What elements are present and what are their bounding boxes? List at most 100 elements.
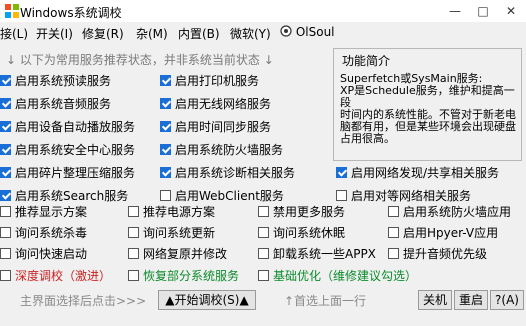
checkbox-antivirus[interactable]: 询问系统杀毒 <box>0 224 87 241</box>
section-label: ↓ 以下为常用服务推荐状态，并非系统当前状态 ↓ <box>6 51 274 68</box>
maximize-button[interactable]: □ <box>470 0 496 22</box>
checkbox-printer[interactable]: 启用打印机服务 <box>160 72 259 89</box>
menu-item-builtin[interactable]: 内置(B) <box>178 25 220 42</box>
reboot-button[interactable]: 重启 <box>454 290 488 310</box>
checkbox-label: 恢复部分系统服务 <box>143 269 240 283</box>
checkbox-box[interactable] <box>0 270 11 281</box>
user-icon <box>280 25 292 37</box>
menu-item-repair[interactable]: 修复(R) <box>82 25 124 42</box>
checkbox-firewall[interactable]: 启用系统防火墙服务 <box>160 141 283 158</box>
title-bar: Windows系统调校 — □ ✕ <box>0 0 526 22</box>
checkbox-time-sync[interactable]: 启用时间同步服务 <box>160 118 271 135</box>
checkbox-label: 深度调校（激进） <box>15 269 112 283</box>
checkbox-superfetch[interactable]: 启用系统预读服务 <box>0 72 111 89</box>
checkbox-box[interactable] <box>128 206 139 217</box>
checkbox-disable-more-services[interactable]: 禁用更多服务 <box>258 203 345 220</box>
help-button[interactable]: ?(A) <box>490 290 524 310</box>
checkbox-box[interactable] <box>258 248 269 259</box>
checkbox-hyperv[interactable]: 启用Hpyer-V应用 <box>388 224 498 241</box>
close-button[interactable]: ✕ <box>498 0 524 22</box>
checkbox-webclient[interactable]: 启用WebClient服务 <box>160 187 284 204</box>
menu-item-microsoft[interactable]: 微软(Y) <box>230 25 271 42</box>
checkbox-power-scheme[interactable]: 推荐电源方案 <box>128 203 215 220</box>
checkbox-peer-network[interactable]: 启用对等网络相关服务 <box>336 187 471 204</box>
checkbox-network-discovery[interactable]: 启用网络发现/共享相关服务 <box>336 164 499 181</box>
checkbox-update[interactable]: 询问系统更新 <box>128 224 215 241</box>
checkbox-restore-services[interactable]: 恢复部分系统服务 <box>128 267 239 284</box>
checkbox-label: 启用系统安全中心服务 <box>15 143 136 157</box>
user-menu[interactable]: OlSoul <box>280 25 335 39</box>
checkbox-uninstall-appx[interactable]: 卸载系统一些APPX <box>258 245 376 262</box>
checkbox-box[interactable] <box>128 270 139 281</box>
menu-item-misc[interactable]: 杂(M) <box>136 25 168 42</box>
menu-item-switch[interactable]: 开关(I) <box>36 25 73 42</box>
checkbox-label: 启用网络发现/共享相关服务 <box>351 166 500 180</box>
checkbox-label: 询问快速启动 <box>15 247 88 261</box>
checkbox-box[interactable] <box>388 248 399 259</box>
checkbox-label: 询问系统杀毒 <box>15 226 88 240</box>
menu-bar: 接(L) 开关(I) 修复(R) 杂(M) 内置(B) 微软(Y) OlSoul <box>0 22 526 42</box>
checkbox-network-reset[interactable]: 网络复原并修改 <box>128 245 227 262</box>
checkbox-box[interactable] <box>0 227 11 238</box>
checkbox-box[interactable] <box>0 121 11 132</box>
checkbox-box[interactable] <box>128 227 139 238</box>
checkbox-audio-priority[interactable]: 提升音频优先级 <box>388 245 487 262</box>
checkbox-box[interactable] <box>0 75 11 86</box>
checkbox-autoplay[interactable]: 启用设备自动播放服务 <box>0 118 135 135</box>
checkbox-box[interactable] <box>160 144 171 155</box>
checkbox-box[interactable] <box>0 190 11 201</box>
checkbox-label: 卸载系统一些APPX <box>273 247 376 261</box>
section-label-text: 以下为常用服务推荐状态，并非系统当前状态 <box>19 53 260 67</box>
checkbox-box[interactable] <box>160 98 171 109</box>
checkbox-label: 推荐电源方案 <box>143 205 216 219</box>
checkbox-basic-optimize[interactable]: 基础优化（维修建议勾选） <box>258 267 417 284</box>
checkbox-display-scheme[interactable]: 推荐显示方案 <box>0 203 87 220</box>
window-title: Windows系统调校 <box>20 6 122 20</box>
checkbox-defrag[interactable]: 启用碎片整理压缩服务 <box>0 164 135 181</box>
checkbox-label: 推荐显示方案 <box>15 205 88 219</box>
checkbox-audio[interactable]: 启用系统音频服务 <box>0 95 111 112</box>
chevron-down-icon: ↓ <box>6 53 17 67</box>
checkbox-label: 启用对等网络相关服务 <box>351 189 472 203</box>
checkbox-box[interactable] <box>258 227 269 238</box>
checkbox-deep-tweak[interactable]: 深度调校（激进） <box>0 267 111 284</box>
checkbox-security-center[interactable]: 启用系统安全中心服务 <box>0 141 135 158</box>
checkbox-label: 启用时间同步服务 <box>175 120 272 134</box>
panel-title: 功能简介 <box>342 54 391 68</box>
chevron-down-icon: ↓ <box>263 53 274 67</box>
shutdown-button[interactable]: 关机 <box>418 290 452 310</box>
checkbox-box[interactable] <box>0 98 11 109</box>
info-panel: 功能简介 Superfetch或SysMain服务: XP是Schedule服务… <box>333 48 522 161</box>
checkbox-label: 启用无线网络服务 <box>175 97 272 111</box>
checkbox-label: 网络复原并修改 <box>143 247 228 261</box>
checkbox-box[interactable] <box>160 121 171 132</box>
checkbox-box[interactable] <box>388 206 399 217</box>
checkbox-box[interactable] <box>0 248 11 259</box>
checkbox-hibernate[interactable]: 询问系统休眠 <box>258 224 345 241</box>
checkbox-search[interactable]: 启用系统Search服务 <box>0 187 128 204</box>
checkbox-box[interactable] <box>0 144 11 155</box>
user-name: OlSoul <box>295 25 335 39</box>
checkbox-box[interactable] <box>160 190 171 201</box>
checkbox-box[interactable] <box>258 270 269 281</box>
checkbox-box[interactable] <box>0 206 11 217</box>
checkbox-box[interactable] <box>258 206 269 217</box>
start-tweak-button[interactable]: ▲开始调校(S)▲ <box>158 290 256 310</box>
checkbox-box[interactable] <box>336 167 347 178</box>
checkbox-label: 询问系统更新 <box>143 226 216 240</box>
checkbox-label: 禁用更多服务 <box>273 205 346 219</box>
checkbox-diagnostics[interactable]: 启用系统诊断相关服务 <box>160 164 295 181</box>
menu-item-link[interactable]: 接(L) <box>0 25 28 42</box>
panel-text: Superfetch或SysMain服务: XP是Schedule服务，维护和提… <box>340 72 516 145</box>
checkbox-box[interactable] <box>160 75 171 86</box>
checkbox-firewall-app[interactable]: 启用系统防火墙应用 <box>388 203 511 220</box>
checkbox-fast-startup[interactable]: 询问快速启动 <box>0 245 87 262</box>
checkbox-box[interactable] <box>160 167 171 178</box>
minimize-button[interactable]: — <box>442 0 468 22</box>
checkbox-wireless[interactable]: 启用无线网络服务 <box>160 95 271 112</box>
checkbox-box[interactable] <box>0 167 11 178</box>
checkbox-box[interactable] <box>336 190 347 201</box>
checkbox-box[interactable] <box>128 248 139 259</box>
checkbox-label: 启用系统预读服务 <box>15 74 112 88</box>
checkbox-box[interactable] <box>388 227 399 238</box>
